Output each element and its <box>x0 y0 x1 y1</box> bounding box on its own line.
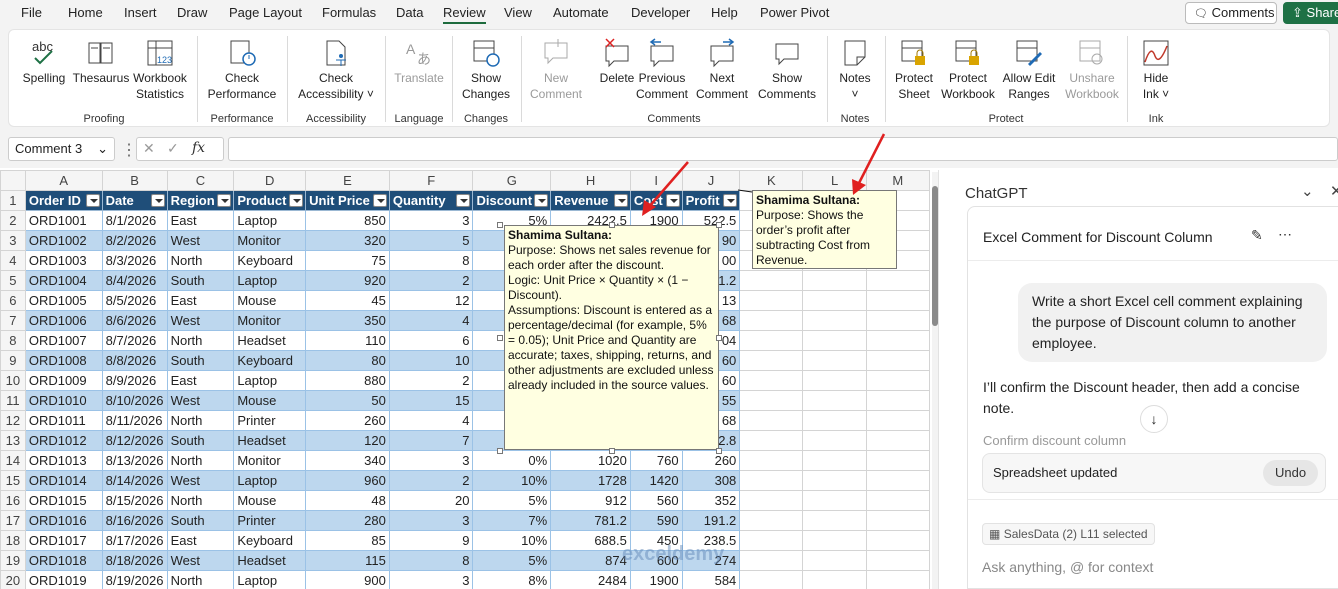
scroll-down-icon[interactable]: ↓ <box>1140 405 1168 433</box>
context-chip[interactable]: ▦ SalesData (2) L11 selected <box>982 523 1155 545</box>
status-text: Spreadsheet updated <box>993 465 1118 480</box>
divider <box>968 260 1338 261</box>
chat-input[interactable]: Ask anything, @ for context <box>982 559 1153 575</box>
undo-button[interactable]: Undo <box>1263 460 1319 486</box>
close-icon[interactable]: ✕ <box>1330 182 1338 200</box>
edit-icon[interactable]: ✎ <box>1251 227 1263 244</box>
user-message: Write a short Excel cell comment explain… <box>1018 283 1327 362</box>
conversation-title: Excel Comment for Discount Column <box>983 229 1213 245</box>
step-label: Confirm discount column <box>983 433 1127 448</box>
chatgpt-pane: ChatGPT ⌄ ✕ Excel Comment for Discount C… <box>938 170 1338 589</box>
chevron-down-icon[interactable]: ⌄ <box>1301 182 1314 200</box>
divider <box>968 499 1338 500</box>
pane-title: ChatGPT <box>965 185 1028 202</box>
more-options-icon[interactable]: ⋯ <box>1278 226 1292 243</box>
red-arrow-icon <box>856 133 886 186</box>
comment-connector <box>737 189 753 193</box>
conversation-panel: Excel Comment for Discount Column ✎ ⋯ Wr… <box>967 206 1338 589</box>
red-arrow-icon <box>647 161 689 209</box>
watermark-logo: exceldemy <box>622 543 725 565</box>
status-card: Spreadsheet updated Undo <box>982 453 1326 493</box>
table-icon: ▦ <box>989 527 1001 541</box>
